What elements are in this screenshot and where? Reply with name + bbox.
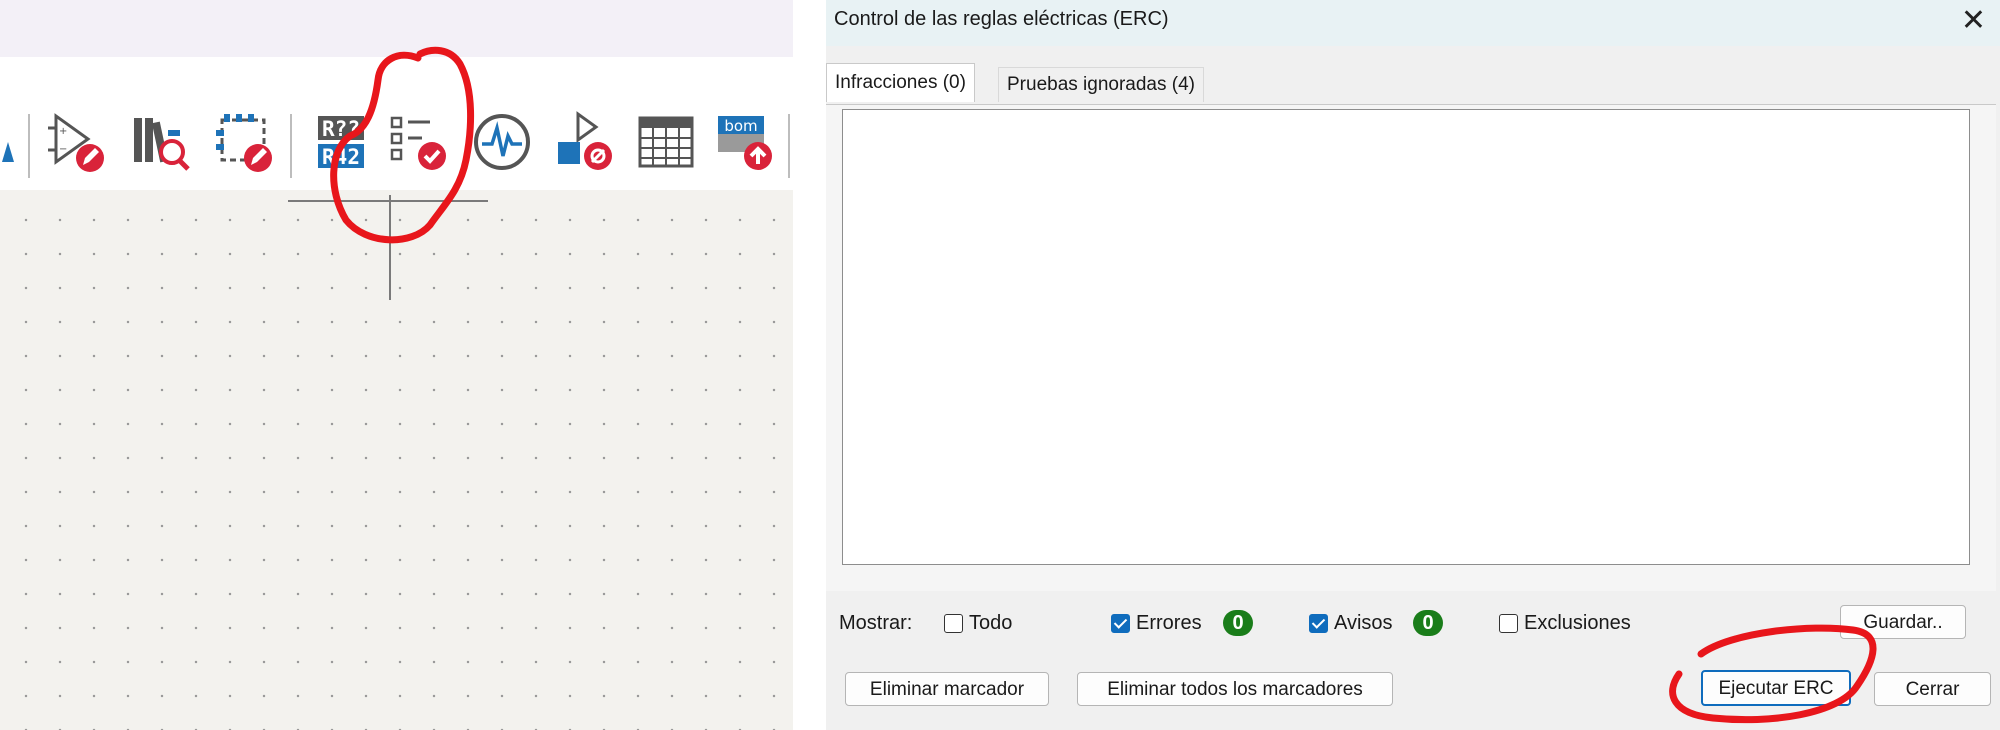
footprint-editor-icon[interactable] [212,110,276,174]
exclusions-label: Exclusiones [1524,612,1631,634]
warnings-label: Avisos [1334,612,1393,634]
errors-checkbox[interactable] [1111,614,1130,633]
erc-checklist-icon[interactable] [386,110,450,174]
all-label: Todo [969,612,1013,634]
save-button[interactable]: Guardar.. [1840,605,1966,639]
crosshair-horizontal [288,200,488,202]
toolbar-separator [788,114,790,178]
warnings-checkbox[interactable] [1309,614,1328,633]
toolbar-separator [28,114,30,178]
toolbar-separator [290,114,292,178]
svg-text:+: + [59,126,67,137]
exclusions-checkbox[interactable] [1499,614,1518,633]
errors-label: Errores [1136,612,1202,634]
editor-titlebar [0,0,793,57]
edit-symbol-icon[interactable]: + − [44,110,108,174]
delete-all-markers-button[interactable]: Eliminar todos los marcadores [1077,672,1393,706]
warnings-count-badge: 0 [1413,610,1443,636]
crosshair-vertical [389,195,391,300]
tab-ignored-tests-label: Pruebas ignoradas (4) [1007,74,1195,95]
simulator-icon[interactable] [470,110,534,174]
library-browser-icon[interactable] [128,110,192,174]
violations-panel [826,104,1996,591]
field-table-icon[interactable] [634,110,698,174]
show-label: Mostrar: [839,612,913,634]
delete-marker-button[interactable]: Eliminar marcador [845,672,1049,706]
bom-icon[interactable]: bom [712,110,776,174]
svg-text:R??: R?? [322,117,360,141]
dialog-titlebar: Control de las reglas eléctricas (ERC) ✕ [826,0,2000,46]
tab-violations-label: Infracciones (0) [835,72,966,93]
schematic-editor: + − R?? R42 bom [0,0,793,730]
svg-text:−: − [59,144,67,155]
dialog-title: Control de las reglas eléctricas (ERC) [834,8,1169,30]
close-button[interactable]: Cerrar [1874,672,1991,706]
schematic-canvas[interactable] [0,190,793,730]
annotate-icon[interactable]: R?? R42 [310,110,374,174]
erc-dialog: Control de las reglas eléctricas (ERC) ✕… [826,0,2000,730]
tab-violations[interactable]: Infracciones (0) [826,63,975,102]
close-icon[interactable]: ✕ [1961,2,1986,40]
svg-text:bom: bom [724,117,757,135]
run-erc-button[interactable]: Ejecutar ERC [1701,670,1851,706]
violations-list[interactable] [842,109,1970,565]
partial-tool-icon[interactable] [0,110,24,174]
symbol-fields-icon[interactable] [552,110,616,174]
svg-text:R42: R42 [322,145,360,169]
errors-count-badge: 0 [1223,610,1253,636]
all-checkbox[interactable] [944,614,963,633]
tab-ignored-tests[interactable]: Pruebas ignoradas (4) [998,67,1204,102]
